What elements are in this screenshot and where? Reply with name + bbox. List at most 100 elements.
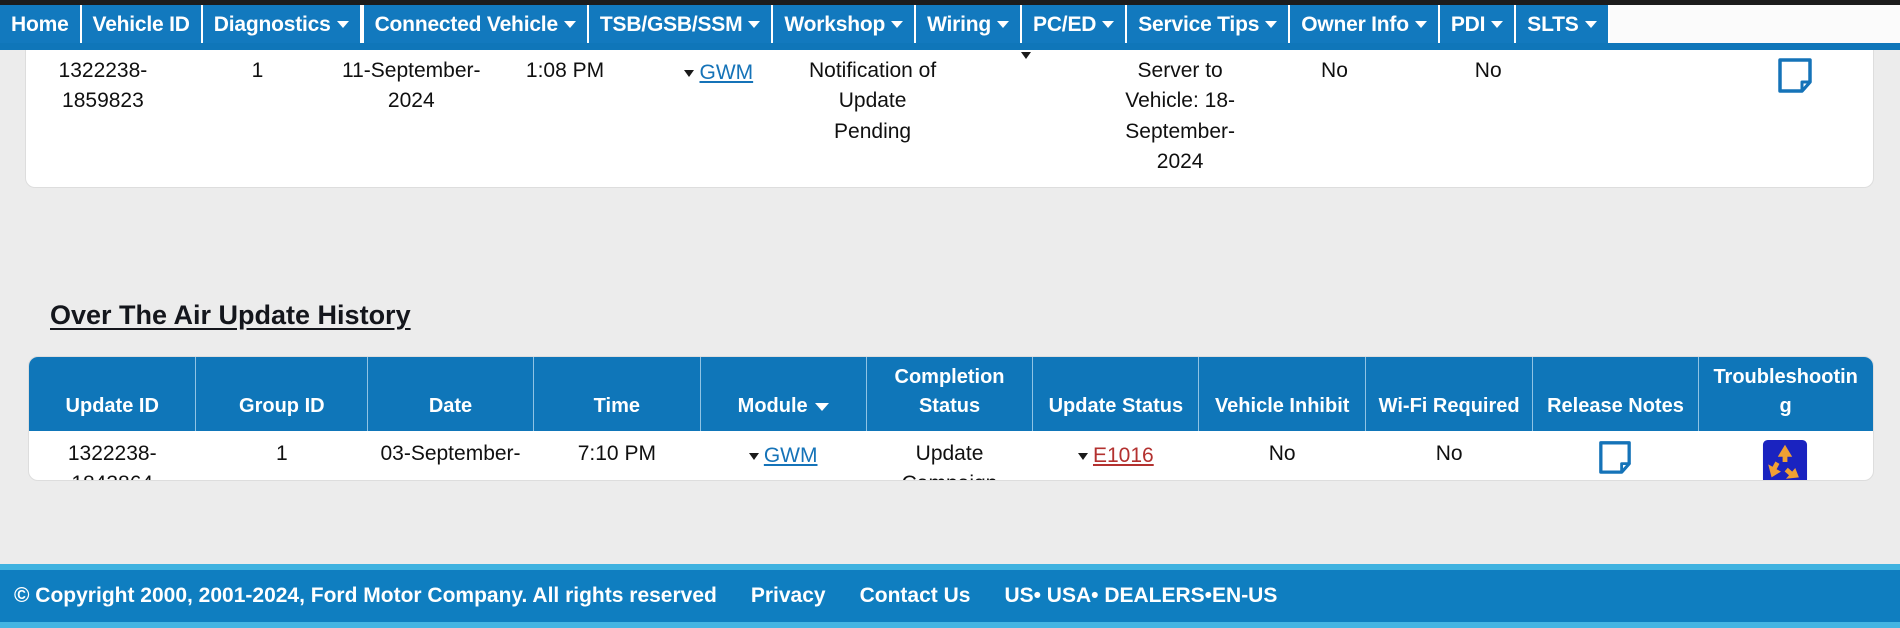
chevron-down-icon	[1265, 20, 1278, 28]
sort-caret-icon[interactable]	[814, 402, 829, 411]
chevron-down-icon	[336, 20, 349, 28]
cell-time: 7:10 PM	[577, 442, 656, 465]
cell-group-id: 1	[275, 442, 288, 465]
nav-item-pc-ed[interactable]: PC/ED	[1022, 5, 1128, 43]
nav-item-tsb-gsb-ssm[interactable]: TSB/GSB/SSM	[588, 5, 774, 43]
nav-item-owner-info[interactable]: Owner Info	[1290, 5, 1440, 43]
previous-update-table-body: 1322238-1859823 1 11-September-2024 1:08…	[26, 50, 1873, 186]
table-header-row: Update ID Group ID Date Time Module Comp…	[29, 357, 1873, 431]
cell-group-id: 1	[251, 59, 264, 82]
completion-header-line1: Completion	[894, 366, 1005, 388]
nav-item-diagnostics[interactable]: Diagnostics	[202, 5, 362, 43]
nav-label: Diagnostics	[213, 12, 331, 36]
copyright-text: © Copyright 2000, 2001-2024, Ford Motor …	[14, 584, 717, 607]
nav-underline-rule	[0, 43, 1900, 50]
chevron-down-icon[interactable]	[684, 70, 695, 77]
table-row[interactable]: 1322238-1859823 1 11-September-2024 1:08…	[26, 50, 1873, 186]
table-row[interactable]: 1322238-1843864 1 03-September- 7:10 PM …	[29, 431, 1873, 480]
nav-item-slts[interactable]: SLTS	[1516, 5, 1610, 43]
chevron-down-icon	[997, 20, 1010, 28]
cell-vehicle-inhibit: No	[1268, 442, 1296, 465]
update-status-link[interactable]: E1016	[1093, 441, 1154, 471]
nav-label: PDI	[1450, 12, 1486, 36]
nav-item-service-tips[interactable]: Service Tips	[1127, 5, 1291, 43]
nav-label: SLTS	[1527, 12, 1579, 36]
nav-label: Home	[11, 12, 69, 36]
module-link[interactable]: GWM	[764, 441, 818, 471]
nav-item-workshop[interactable]: Workshop	[773, 5, 917, 43]
col-header-vehicle-inhibit[interactable]: Vehicle Inhibit	[1198, 357, 1367, 431]
ota-table: Update ID Group ID Date Time Module Comp…	[29, 357, 1873, 480]
cell-date: 11-September-2024	[342, 59, 481, 113]
cell-vehicle-inhibit: Server to Vehicle: 18-September-2024	[1125, 59, 1235, 174]
chevron-down-icon	[1102, 20, 1115, 28]
nav-empty-space	[1609, 5, 1900, 43]
contact-us-link[interactable]: Contact Us	[860, 584, 971, 608]
completion-header-line2: Status	[918, 395, 981, 417]
col-header-completion-status[interactable]: Completion Status	[866, 357, 1034, 431]
cell-update-status: E1016	[1033, 431, 1199, 480]
chevron-down-icon	[563, 20, 576, 28]
chevron-down-icon[interactable]	[748, 453, 759, 460]
release-note-icon[interactable]	[1777, 56, 1813, 94]
chevron-down-icon	[1491, 20, 1504, 28]
cell-completion-status: Notification of Update Pending	[808, 59, 937, 143]
chevron-down-icon[interactable]	[1077, 453, 1088, 460]
col-header-module[interactable]: Module	[700, 357, 867, 431]
col-header-group-id[interactable]: Group ID	[195, 357, 369, 431]
nav-label: PC/ED	[1033, 12, 1097, 36]
chevron-down-icon	[1584, 20, 1597, 28]
previous-update-table: 1322238-1859823 1 11-September-2024 1:08…	[25, 50, 1874, 188]
nav-label: Workshop	[784, 12, 886, 36]
troubleshooting-header-line1: Troubleshootin	[1713, 366, 1858, 388]
cell-troubleshooting	[1718, 50, 1872, 186]
col-header-update-id[interactable]: Update ID	[29, 357, 197, 431]
module-link[interactable]: GWM	[699, 58, 753, 88]
page-footer: © Copyright 2000, 2001-2024, Ford Motor …	[0, 570, 1900, 622]
ota-update-history-table: Update ID Group ID Date Time Module Comp…	[28, 356, 1874, 481]
cell-release-notes: No	[1474, 59, 1502, 82]
col-header-time[interactable]: Time	[533, 357, 701, 431]
nav-label: Connected Vehicle	[374, 12, 559, 36]
chevron-down-icon	[1414, 20, 1427, 28]
release-note-icon[interactable]	[1598, 439, 1632, 475]
cell-update-status	[950, 50, 1103, 186]
cell-module: GWM	[700, 431, 866, 480]
col-header-update-status[interactable]: Update Status	[1032, 357, 1200, 431]
cell-spacer	[1565, 50, 1718, 186]
cell-date: 03-September-	[380, 442, 521, 465]
nav-label: Vehicle ID	[92, 12, 190, 36]
nav-label: Service Tips	[1138, 12, 1260, 36]
cell-update-id: 1322238-1843864	[67, 442, 157, 480]
nav-item-home[interactable]: Home	[0, 5, 82, 43]
nav-item-vehicle-id[interactable]: Vehicle ID	[81, 5, 203, 43]
nav-item-wiring[interactable]: Wiring	[916, 5, 1023, 43]
locale-text: US• USA• DEALERS•EN-US	[1004, 584, 1278, 607]
chevron-down-icon	[891, 20, 904, 28]
cell-troubleshooting	[1698, 431, 1872, 480]
cell-update-id: 1322238-1859823	[58, 59, 148, 113]
nav-item-pdi[interactable]: PDI	[1439, 5, 1517, 43]
col-header-date[interactable]: Date	[367, 357, 534, 431]
main-navigation: Home Vehicle ID Diagnostics Connected Ve…	[0, 5, 1900, 43]
nav-label: Owner Info	[1301, 12, 1409, 36]
cell-wifi-required: No	[1321, 59, 1348, 82]
chevron-down-icon	[748, 20, 761, 28]
footer-bottom-rule	[0, 622, 1900, 628]
recycle-icon[interactable]	[1762, 439, 1808, 480]
page-section-title: Over The Air Update History	[50, 300, 411, 330]
nav-label: TSB/GSB/SSM	[599, 12, 743, 36]
cell-release-notes	[1533, 431, 1699, 480]
chevron-down-icon[interactable]	[1020, 52, 1031, 82]
cell-completion-status: Update Campaign	[902, 442, 998, 480]
cell-time: 1:08 PM	[525, 59, 605, 82]
cell-wifi-required: No	[1435, 442, 1463, 465]
troubleshooting-header-line2: g	[1779, 395, 1792, 417]
privacy-link[interactable]: Privacy	[751, 584, 826, 608]
nav-item-connected-vehicle[interactable]: Connected Vehicle	[361, 5, 589, 43]
col-header-troubleshooting[interactable]: Troubleshootin g	[1698, 357, 1873, 431]
col-header-release-notes[interactable]: Release Notes	[1532, 357, 1699, 431]
col-header-module-label: Module	[737, 395, 808, 417]
cell-module: GWM	[642, 50, 795, 186]
col-header-wifi-required[interactable]: Wi-Fi Required	[1365, 357, 1534, 431]
